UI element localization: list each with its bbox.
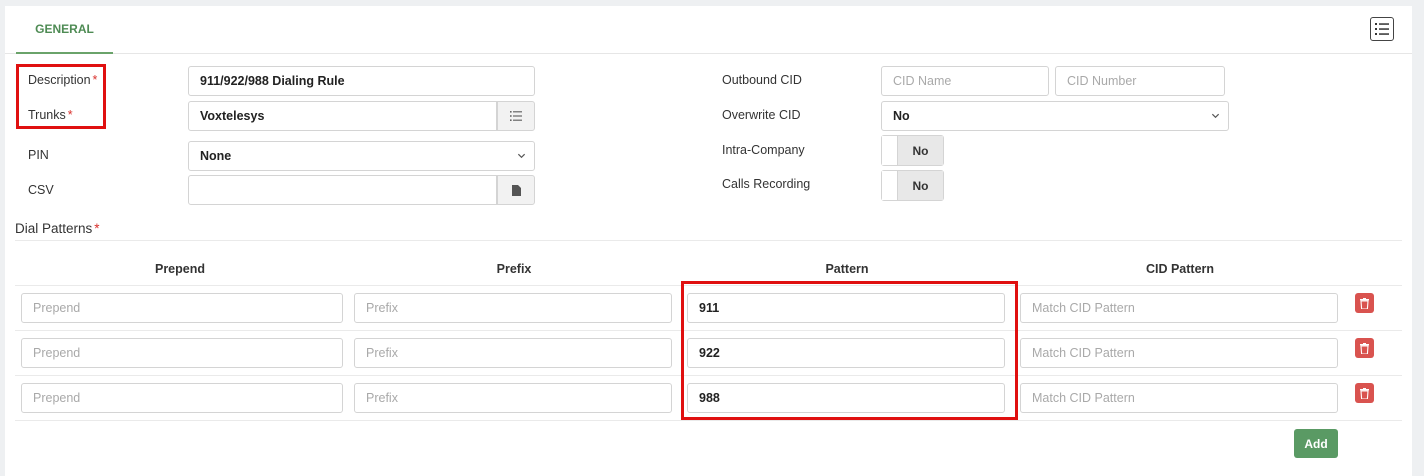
csv-label: CSV xyxy=(28,183,54,197)
prefix-input[interactable] xyxy=(354,338,672,368)
chevron-down-icon xyxy=(1211,113,1220,119)
cid-name-input[interactable] xyxy=(881,66,1049,96)
toggle-knob xyxy=(882,136,898,165)
csv-input[interactable] xyxy=(188,175,497,205)
tab-general[interactable]: GENERAL xyxy=(16,6,113,54)
list-menu-button[interactable] xyxy=(1370,17,1394,41)
tab-bar: GENERAL xyxy=(5,6,1412,54)
column-header-prefix: Prefix xyxy=(496,262,532,276)
column-header-cid-pattern: CID Pattern xyxy=(1145,262,1215,276)
trunks-list-button[interactable] xyxy=(497,101,535,131)
delete-row-button[interactable] xyxy=(1355,338,1374,358)
prepend-input[interactable] xyxy=(21,293,343,323)
intra-company-toggle[interactable]: No xyxy=(881,135,944,166)
trash-icon xyxy=(1360,297,1369,309)
trash-icon xyxy=(1360,387,1369,399)
pin-label: PIN xyxy=(28,148,49,162)
highlight-box-labels xyxy=(16,64,106,129)
delete-row-button[interactable] xyxy=(1355,293,1374,313)
cid-number-input[interactable] xyxy=(1055,66,1225,96)
csv-file-button[interactable] xyxy=(497,175,535,205)
prefix-input[interactable] xyxy=(354,383,672,413)
delete-row-button[interactable] xyxy=(1355,383,1374,403)
trash-icon xyxy=(1360,342,1369,354)
divider xyxy=(15,240,1402,241)
pin-select[interactable]: None xyxy=(188,141,535,171)
cid-pattern-input[interactable] xyxy=(1020,338,1338,368)
cid-pattern-input[interactable] xyxy=(1020,293,1338,323)
add-pattern-button[interactable]: Add xyxy=(1294,429,1338,458)
row-divider xyxy=(15,420,1402,421)
column-header-prepend: Prepend xyxy=(154,262,205,276)
general-panel: GENERAL Description* Trunks* PIN CSV Vox… xyxy=(5,6,1412,476)
list-icon xyxy=(1375,23,1389,35)
pin-select-value: None xyxy=(200,149,232,163)
file-icon xyxy=(511,184,521,196)
description-input[interactable] xyxy=(188,66,535,96)
trunks-input[interactable]: Voxtelesys xyxy=(188,101,497,131)
list-icon xyxy=(510,111,522,121)
calls-recording-state: No xyxy=(898,171,943,200)
column-header-pattern: Pattern xyxy=(825,262,869,276)
toggle-knob xyxy=(882,171,898,200)
dial-patterns-title: Dial Patterns * xyxy=(15,221,100,236)
intra-company-state: No xyxy=(898,136,943,165)
intra-company-label: Intra-Company xyxy=(722,143,805,157)
prefix-input[interactable] xyxy=(354,293,672,323)
highlight-box-pattern xyxy=(681,281,1018,420)
chevron-down-icon xyxy=(517,153,526,159)
outbound-cid-label: Outbound CID xyxy=(722,73,802,87)
cid-pattern-input[interactable] xyxy=(1020,383,1338,413)
overwrite-cid-label: Overwrite CID xyxy=(722,108,801,122)
prepend-input[interactable] xyxy=(21,383,343,413)
calls-recording-toggle[interactable]: No xyxy=(881,170,944,201)
calls-recording-label: Calls Recording xyxy=(722,177,811,191)
overwrite-cid-select[interactable]: No xyxy=(881,101,1229,131)
prepend-input[interactable] xyxy=(21,338,343,368)
overwrite-cid-value: No xyxy=(893,109,910,123)
